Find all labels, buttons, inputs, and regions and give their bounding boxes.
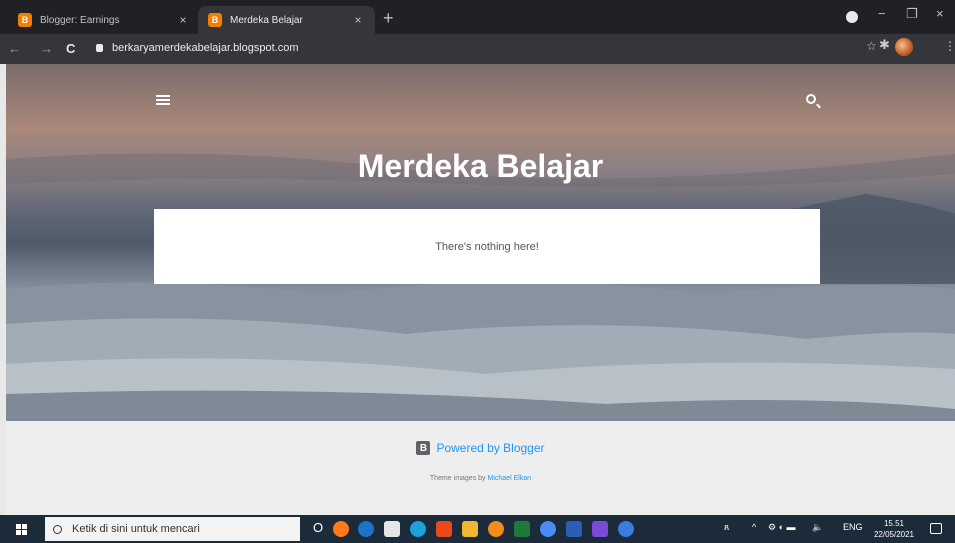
empty-message: There's nothing here! <box>435 240 539 253</box>
windows-start-icon[interactable] <box>16 524 27 535</box>
credit-author-link[interactable]: Michael Elkan <box>488 475 532 482</box>
word-icon[interactable] <box>566 521 582 537</box>
powered-by-link[interactable]: Powered by Blogger <box>436 441 544 455</box>
blogger-logo-icon[interactable]: B <box>416 441 431 455</box>
blog-header-hero: Merdeka Belajar There's nothing here! <box>6 64 955 421</box>
pdf-app-icon[interactable] <box>592 521 608 537</box>
lock-icon <box>96 44 103 52</box>
reload-button[interactable]: C <box>66 41 75 56</box>
windows-taskbar: Ketik di sini untuk mencari O ጸ ^ ⚙ ◐ ▬ … <box>0 515 955 543</box>
address-bar[interactable]: berkaryamerdekabelajar.blogspot.com <box>88 39 888 59</box>
tab-title: Blogger: Earnings <box>40 14 120 26</box>
chrome-icon[interactable] <box>540 521 556 537</box>
clock-time: 15.51 <box>883 519 905 528</box>
profile-avatar[interactable] <box>895 38 913 56</box>
new-tab-button[interactable]: + <box>383 8 394 29</box>
search-icon[interactable] <box>806 94 816 104</box>
taskbar-search-box[interactable]: Ketik di sini untuk mencari <box>45 517 300 541</box>
tab-title: Merdeka Belajar <box>230 14 303 26</box>
blog-footer: B Powered by Blogger Theme images by Mic… <box>6 421 955 515</box>
bookmark-star-icon[interactable]: ☆ <box>866 39 877 53</box>
taskbar-clock[interactable]: 15.51 22/05/2021 <box>868 518 920 540</box>
app-icon[interactable] <box>488 521 504 537</box>
file-explorer-icon[interactable] <box>462 521 478 537</box>
credit-prefix: Theme images by <box>429 475 488 482</box>
notification-center-icon[interactable] <box>930 523 942 534</box>
tab-search-icon[interactable] <box>846 11 858 23</box>
browser-menu-icon[interactable]: ⋮ <box>944 39 955 53</box>
cortana-icon[interactable]: O <box>313 520 323 535</box>
forward-button[interactable]: → <box>40 41 53 56</box>
taskbar-search-placeholder: Ketik di sini untuk mencari <box>72 523 200 535</box>
search-icon <box>53 524 62 534</box>
tab-close-icon[interactable]: × <box>351 13 365 27</box>
minimize-button[interactable]: − <box>878 6 886 21</box>
maximize-button[interactable]: ❐ <box>906 6 918 22</box>
tab-blogger-earnings[interactable]: B Blogger: Earnings × <box>8 6 200 34</box>
firefox-icon[interactable] <box>333 521 349 537</box>
browser-toolbar: ← → C berkaryamerdekabelajar.blogspot.co… <box>0 34 955 64</box>
blog-title[interactable]: Merdeka Belajar <box>6 148 955 185</box>
clock-date: 22/05/2021 <box>873 530 915 539</box>
url-text[interactable]: berkaryamerdekabelajar.blogspot.com <box>112 42 299 54</box>
tab-close-icon[interactable]: × <box>176 13 190 27</box>
office-icon[interactable] <box>436 521 452 537</box>
powered-by-blogger: B Powered by Blogger <box>6 441 955 455</box>
language-indicator[interactable]: ENG <box>843 522 863 532</box>
edge-icon[interactable] <box>410 521 426 537</box>
hamburger-menu-icon[interactable] <box>156 95 170 105</box>
excel-icon[interactable] <box>514 521 530 537</box>
close-window-button[interactable]: × <box>936 6 944 21</box>
blogger-favicon-icon: B <box>208 13 222 27</box>
chrome-active-icon[interactable] <box>618 521 634 537</box>
browser-tab-strip: B Blogger: Earnings × B Merdeka Belajar … <box>0 0 955 34</box>
back-button[interactable]: ← <box>8 41 21 56</box>
empty-posts-card: There's nothing here! <box>154 209 820 284</box>
camera-icon[interactable] <box>384 521 400 537</box>
tray-chevron-icon[interactable]: ^ <box>752 522 756 532</box>
people-icon[interactable]: ጸ <box>724 522 729 533</box>
volume-icon[interactable]: 🔈 <box>812 522 823 533</box>
theme-credit: Theme images by Michael Elkan <box>6 475 955 482</box>
extensions-icon[interactable]: ✱ <box>879 37 890 53</box>
blogger-favicon-icon: B <box>18 13 32 27</box>
internet-explorer-icon[interactable] <box>358 521 374 537</box>
tray-status-icons[interactable]: ⚙ ◐ ▬ <box>768 522 796 533</box>
tab-merdeka-belajar[interactable]: B Merdeka Belajar × <box>198 6 375 34</box>
